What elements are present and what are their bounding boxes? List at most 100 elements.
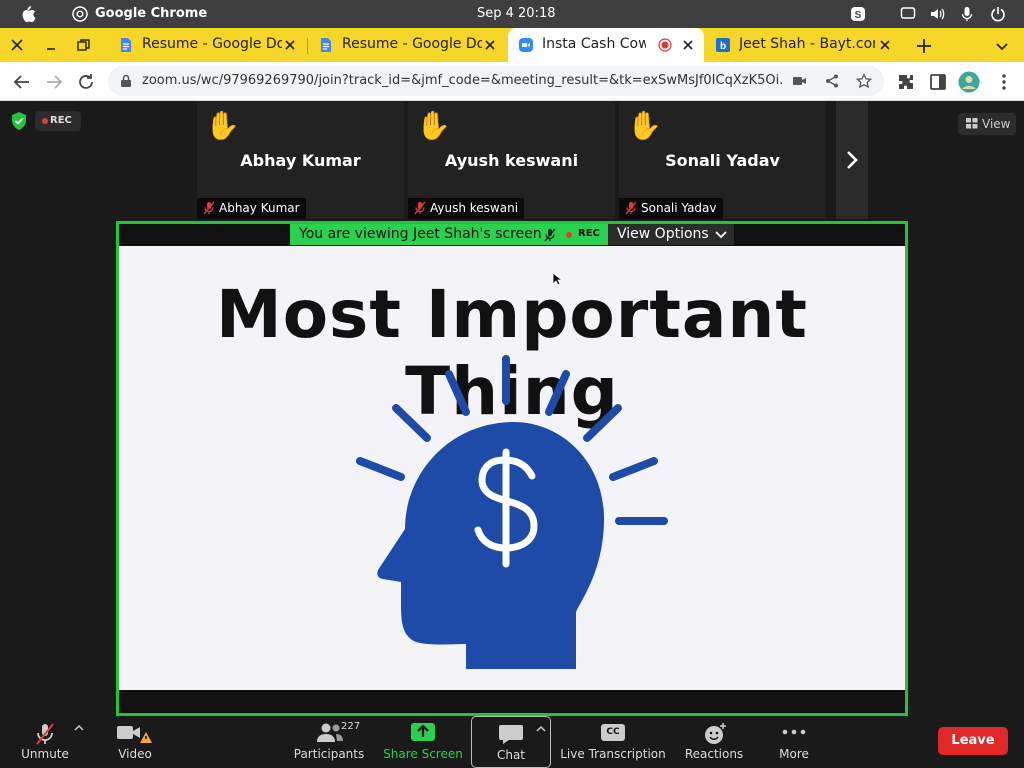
raised-hand-icon: ✋ [205, 109, 240, 142]
raised-hand-icon: ✋ [416, 109, 451, 142]
participant-tile[interactable]: ✋ Sonali Yadav Sonali Yadav [619, 101, 826, 219]
raised-hand-icon: ✋ [627, 109, 662, 142]
next-participants-button[interactable] [836, 101, 868, 219]
camera-in-use-icon[interactable] [792, 74, 808, 88]
unmute-label: Unmute [21, 747, 69, 761]
reload-icon[interactable] [76, 72, 96, 92]
reactions-smiley-icon [705, 723, 726, 744]
participant-name-bar: Abhay Kumar [197, 198, 306, 219]
shared-screen: You are viewing Jeet Shah's screen REC V… [116, 221, 908, 716]
participant-name-label: Sonali Yadav [641, 201, 717, 215]
muted-mic-icon [414, 201, 426, 215]
window-restore-icon[interactable] [75, 37, 91, 53]
bookmark-star-icon[interactable] [856, 73, 872, 89]
tab-close-icon[interactable] [482, 37, 498, 53]
extensions-icon[interactable] [896, 72, 916, 92]
more-button[interactable]: More [770, 716, 818, 768]
participant-display-name: Abhay Kumar [240, 151, 361, 170]
skype-icon[interactable]: S [850, 6, 866, 22]
closed-captions-icon: CC [601, 724, 625, 741]
participants-label: Participants [293, 747, 365, 761]
live-transcription-label: Live Transcription [560, 747, 666, 761]
chat-label: Chat [496, 748, 526, 762]
power-icon[interactable] [990, 6, 1006, 22]
participants-button[interactable]: 227 Participants [292, 716, 366, 768]
window-close-icon[interactable] [9, 37, 25, 53]
forward-icon[interactable] [44, 72, 64, 92]
zoom-meeting-area: REC View ✋ Abhay Kumar Abhay Kumar ✋ Ayu… [0, 101, 1024, 716]
zoom-icon [519, 38, 533, 52]
tab-resume-2[interactable]: Resume - Google Do [308, 28, 508, 62]
unmute-button[interactable]: Unmute [18, 716, 72, 768]
tab-close-icon[interactable] [680, 37, 696, 53]
active-app-name[interactable]: Google Chrome [95, 6, 207, 21]
reactions-button[interactable]: Reactions [683, 716, 745, 768]
window-minimize-icon[interactable] [43, 37, 59, 53]
lock-icon[interactable] [120, 74, 132, 88]
chat-options-chevron-icon[interactable] [536, 725, 546, 733]
new-tab-icon[interactable] [915, 37, 933, 55]
share-screen-button[interactable]: Share Screen [383, 716, 463, 768]
browser-tab-strip: Resume - Google Do Resume - Google Do In… [0, 28, 1024, 62]
chat-button[interactable]: Chat [471, 716, 551, 768]
participants-count: 227 [341, 721, 361, 732]
reactions-label: Reactions [684, 747, 744, 761]
profile-avatar-icon[interactable] [958, 71, 980, 93]
participant-tile[interactable]: ✋ Ayush keswani Ayush keswani [408, 101, 615, 219]
view-options-button[interactable]: View Options [608, 224, 734, 245]
address-bar[interactable]: zoom.us/wc/97969269790/join?track_id=&jm… [108, 66, 884, 96]
participant-name-label: Abhay Kumar [219, 201, 300, 215]
google-docs-icon [321, 38, 331, 52]
recording-dot-icon [42, 118, 48, 124]
notification-icon[interactable] [900, 6, 916, 22]
head-with-dollar-icon [356, 355, 668, 669]
participant-display-name: Sonali Yadav [665, 151, 780, 170]
participants-icon [317, 723, 343, 742]
tab-insta-cash-cow[interactable]: Insta Cash Cow \ [508, 28, 704, 62]
chevron-right-icon [847, 151, 858, 169]
tab-close-icon[interactable] [877, 37, 893, 53]
presentation-slide: Most Important Thing [119, 246, 905, 690]
tab-search-chevron-icon[interactable] [994, 38, 1010, 54]
view-options-label: View Options [617, 226, 709, 242]
more-dots-icon [782, 729, 806, 735]
video-camera-warning-icon [117, 726, 152, 743]
chat-bubble-icon [499, 725, 523, 744]
tab-title: Jeet Shah - Bayt.cor [739, 36, 875, 52]
audio-options-chevron-icon[interactable] [74, 724, 84, 732]
apple-icon[interactable] [20, 5, 36, 23]
security-shield-icon[interactable] [10, 111, 28, 131]
chrome-menu-icon[interactable] [994, 72, 1014, 92]
live-transcription-button[interactable]: CC Live Transcription [560, 716, 666, 768]
tab-close-icon[interactable] [282, 37, 298, 53]
participant-display-name: Ayush keswani [444, 151, 579, 170]
back-icon[interactable] [12, 72, 32, 92]
rec-label: REC [50, 115, 72, 126]
tab-jeet-shah-bayt[interactable]: b Jeet Shah - Bayt.cor [705, 28, 905, 62]
tab-title: Insta Cash Cow \ [542, 36, 646, 52]
side-panel-icon[interactable] [928, 72, 948, 92]
url-text[interactable]: zoom.us/wc/97969269790/join?track_id=&jm… [142, 73, 782, 88]
os-top-bar: Google Chrome Sep 4 20:18 S [0, 0, 1024, 28]
tab-resume-1[interactable]: Resume - Google Do [108, 28, 308, 62]
chrome-icon [72, 6, 88, 22]
system-clock[interactable]: Sep 4 20:18 [477, 6, 556, 21]
tab-title: Resume - Google Do [142, 36, 282, 52]
recording-dot-icon [566, 232, 572, 238]
microphone-icon[interactable] [959, 6, 975, 22]
video-label: Video [118, 747, 152, 761]
grid-view-icon [966, 118, 978, 129]
viewing-screen-banner: You are viewing Jeet Shah's screen REC [290, 224, 608, 245]
view-button[interactable]: View [958, 113, 1016, 135]
participant-tile[interactable]: ✋ Abhay Kumar Abhay Kumar [197, 101, 404, 219]
participant-name-bar: Sonali Yadav [619, 198, 723, 219]
video-button[interactable]: Video [110, 716, 160, 768]
volume-icon[interactable] [929, 6, 945, 22]
leave-button[interactable]: Leave [938, 727, 1008, 755]
share-icon[interactable] [824, 73, 840, 89]
view-label: View [982, 117, 1011, 131]
recording-badge[interactable]: REC [35, 111, 81, 131]
chevron-down-icon [715, 231, 727, 239]
muted-mic-icon [203, 201, 215, 215]
meeting-controls-bar: Unmute Video 227 Participants Share Scre… [0, 716, 1024, 768]
